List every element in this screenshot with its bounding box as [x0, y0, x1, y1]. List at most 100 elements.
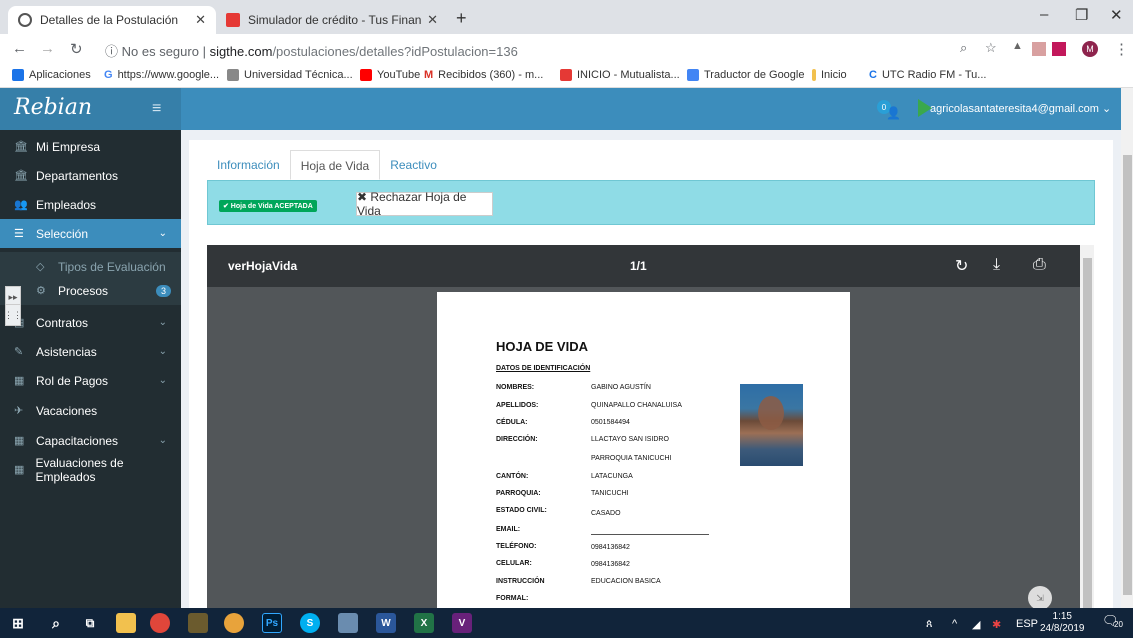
- sidebar-item-procesos[interactable]: ⚙ Procesos 3: [0, 276, 181, 305]
- close-tab-icon[interactable]: ✕: [195, 12, 206, 28]
- menu-icon[interactable]: ⋮: [1114, 40, 1129, 58]
- network-icon[interactable]: ◢: [972, 618, 980, 631]
- doc-field-label: CANTÓN:: [496, 473, 529, 480]
- chevron-down-icon: ⌄: [158, 317, 167, 328]
- email-blank-line: [591, 534, 709, 535]
- browser-tab-active[interactable]: Detalles de la Postulación ✕: [8, 6, 216, 34]
- back-icon[interactable]: ←: [12, 40, 27, 57]
- info-icon: ⓘ: [105, 44, 122, 59]
- doc-field-label: DIRECCIÓN:: [496, 436, 538, 443]
- tab-informacion[interactable]: Información: [207, 150, 290, 180]
- excel-icon[interactable]: X: [414, 613, 434, 633]
- sidebar-item-vacaciones[interactable]: ✈ Vacaciones: [0, 396, 181, 425]
- postgres-icon[interactable]: [338, 613, 358, 633]
- pdf-scrollbar-thumb[interactable]: [1083, 258, 1092, 608]
- grip-icon[interactable]: ⋮⋮: [4, 304, 22, 326]
- bookmark-item[interactable]: Ghttps://www.google...: [104, 69, 219, 81]
- gear-icon: ⚙: [36, 285, 46, 297]
- apps-icon: [12, 69, 24, 81]
- app-icon[interactable]: [188, 613, 208, 633]
- sidebar-item-asistencias[interactable]: ✎ Asistencias ⌄: [0, 337, 181, 366]
- close-window-button[interactable]: ✕: [1110, 6, 1123, 24]
- tab-title: Simulador de crédito - Tus Finan: [248, 13, 422, 27]
- reject-cv-button[interactable]: ✖ Rechazar Hoja de Vida: [356, 190, 493, 218]
- volume-icon[interactable]: ✱: [992, 618, 1001, 631]
- hamburger-menu-icon[interactable]: ≡: [152, 100, 161, 118]
- chrome-icon[interactable]: [150, 613, 170, 633]
- photoshop-icon[interactable]: Ps: [262, 613, 282, 633]
- chevron-up-icon[interactable]: ^: [952, 618, 957, 630]
- bookmark-item[interactable]: YouTube: [360, 69, 420, 81]
- reload-icon[interactable]: ↻: [70, 40, 83, 58]
- doc-field-value: LATACUNGA: [591, 473, 633, 480]
- youtube-icon: [360, 69, 372, 81]
- rotate-icon[interactable]: ↻: [955, 256, 968, 276]
- maximize-button[interactable]: ❐: [1075, 6, 1088, 24]
- browser-tab[interactable]: Simulador de crédito - Tus Finan ✕: [216, 6, 448, 34]
- doc-section-title: DATOS DE IDENTIFICACIÓN: [496, 365, 591, 372]
- sidebar-item-evaluaciones[interactable]: ▦ Evaluaciones de Empleados: [0, 455, 181, 484]
- clock[interactable]: 1:15 24/8/2019: [1040, 611, 1085, 635]
- collapse-icon[interactable]: ⇲: [1028, 586, 1052, 610]
- close-tab-icon[interactable]: ✕: [427, 12, 438, 28]
- word-icon[interactable]: W: [376, 613, 396, 633]
- doc-field-label: TELÉFONO:: [496, 543, 537, 550]
- url-field[interactable]: ⓘ No es seguro | sigthe.com/postulacione…: [105, 41, 518, 60]
- bookmark-item[interactable]: Aplicaciones: [12, 69, 91, 81]
- doc-field-value: CASADO: [591, 510, 621, 517]
- applicant-photo: [740, 384, 803, 466]
- tab-hoja-de-vida[interactable]: Hoja de Vida: [289, 150, 381, 180]
- table-icon: ▦: [14, 435, 25, 447]
- sidebar-item-departamentos[interactable]: 🏛 Departamentos: [0, 161, 181, 190]
- plane-icon: ✈: [14, 405, 24, 417]
- list-icon: ☰: [14, 228, 24, 240]
- sidebar-item-contratos[interactable]: ▤Contratos⌄: [0, 308, 181, 337]
- download-icon[interactable]: ⤓: [993, 256, 1000, 274]
- page-scrollbar-thumb[interactable]: [1123, 155, 1132, 595]
- language-indicator[interactable]: ESP: [1016, 618, 1038, 630]
- task-view-icon[interactable]: ⧉: [80, 613, 100, 633]
- visual-studio-icon[interactable]: V: [452, 613, 472, 633]
- minimize-button[interactable]: –: [1040, 6, 1048, 23]
- app-logo[interactable]: Rebian: [14, 95, 92, 120]
- skype-icon[interactable]: S: [300, 613, 320, 633]
- tab-reactivo[interactable]: Reactivo: [380, 150, 447, 180]
- bookmark-item[interactable]: M Recibidos (360) - m...: [424, 69, 543, 81]
- ext-icon[interactable]: [1052, 42, 1066, 56]
- windows-start-icon[interactable]: ⊞: [8, 613, 28, 633]
- bookmark-item[interactable]: Universidad Técnica...: [227, 69, 353, 81]
- app-icon[interactable]: [224, 613, 244, 633]
- pdf-title: verHojaVida: [228, 259, 298, 273]
- doc-field-label: PARROQUIA:: [496, 490, 541, 497]
- file-explorer-icon[interactable]: [116, 613, 136, 633]
- doc-field-label: NOMBRES:: [496, 384, 535, 391]
- user-menu[interactable]: agricolasantateresita4@gmail.com ⌄: [930, 102, 1111, 115]
- people-icon[interactable]: ጰ: [926, 618, 933, 631]
- forward-icon[interactable]: →: [40, 40, 55, 57]
- print-icon[interactable]: ⎙: [1033, 256, 1046, 274]
- sidebar-item-capacitaciones[interactable]: ▦ Capacitaciones ⌄: [0, 426, 181, 455]
- bookmark-item[interactable]: C UTC Radio FM - Tu...: [869, 69, 986, 81]
- status-alert: [207, 180, 1095, 225]
- zoom-icon[interactable]: ⌕: [960, 40, 967, 56]
- bookmark-item[interactable]: INICIO - Mutualista...: [560, 69, 680, 81]
- drive-icon[interactable]: ▲: [1012, 40, 1023, 52]
- status-badge: ✔ Hoja de Vida ACEPTADA: [219, 200, 317, 212]
- star-icon[interactable]: ☆: [985, 40, 997, 56]
- sidebar-item-empleados[interactable]: 👥 Empleados: [0, 190, 181, 219]
- new-tab-button[interactable]: +: [456, 8, 467, 29]
- edit-icon: ✎: [14, 346, 24, 358]
- bookmark-item[interactable]: Traductor de Google: [687, 69, 804, 81]
- search-icon[interactable]: ⌕: [46, 613, 66, 633]
- sidebar-item-rol-de-pagos[interactable]: ▦ Rol de Pagos ⌄: [0, 366, 181, 395]
- sidebar-item-seleccion[interactable]: ☰ Selección ⌄: [0, 219, 181, 248]
- sidebar-item-mi-empresa[interactable]: 🏛 Mi Empresa: [0, 132, 181, 161]
- pdf-ext-icon[interactable]: [1032, 42, 1046, 56]
- url-domain: sigthe.com: [209, 44, 273, 59]
- detail-tabs: Información Hoja de Vida Reactivo: [207, 150, 447, 180]
- chevron-down-icon: ⌄: [158, 228, 167, 239]
- mutualista-icon: [560, 69, 572, 81]
- radio-icon: C: [869, 69, 877, 81]
- profile-avatar[interactable]: M: [1082, 41, 1098, 57]
- bookmark-item[interactable]: Inicio: [812, 69, 847, 81]
